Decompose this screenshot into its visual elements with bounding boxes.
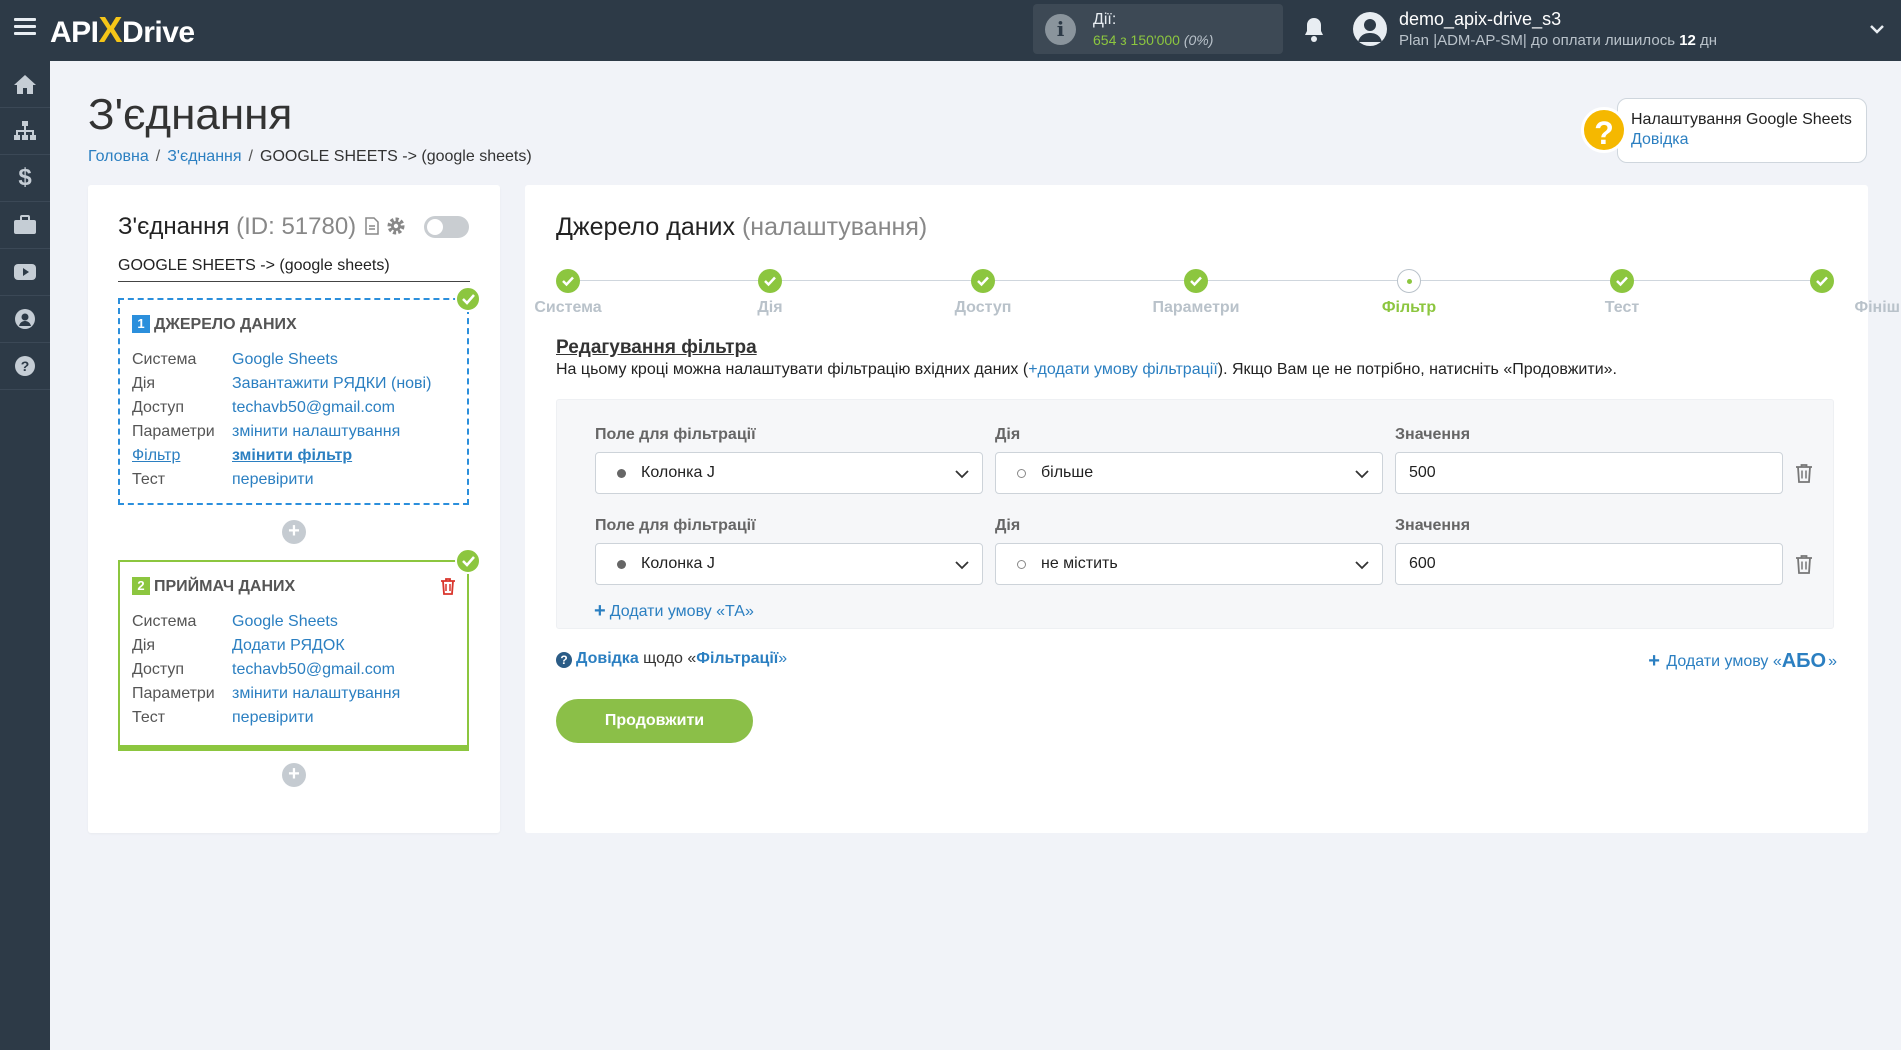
trash-icon[interactable]	[1795, 554, 1813, 574]
field-label: Поле для фільтрації	[595, 517, 756, 534]
section-heading: Джерело даних (налаштування)	[556, 213, 928, 241]
apixdrive-logo[interactable]: APIXDrive	[50, 9, 195, 51]
step-finish[interactable]: Фініш	[1762, 269, 1900, 317]
connection-panel: З'єднання (ID: 51780) GOOGLE SHEETS -> (…	[88, 185, 500, 833]
receiver-row-system: Система Google Sheets	[132, 613, 338, 630]
user-avatar[interactable]	[1353, 12, 1387, 46]
action-label: Дія	[995, 517, 1021, 534]
gear-icon[interactable]	[386, 216, 406, 236]
filter-description: На цьому кроці можна налаштувати фільтра…	[556, 361, 1617, 378]
actions-label: Дії:	[1093, 11, 1117, 28]
bell-icon[interactable]	[1302, 16, 1326, 44]
connection-subtitle: GOOGLE SHEETS -> (google sheets)	[118, 257, 470, 282]
add-filter-link[interactable]: +додати умову фільтрації	[1028, 361, 1218, 378]
chevron-down-icon	[1355, 561, 1369, 570]
user-icon[interactable]	[0, 296, 50, 343]
home-icon[interactable]	[0, 61, 50, 108]
receiver-block[interactable]: 2 ПРИЙМАЧ ДАНИХ Система Google Sheets Дія Д…	[118, 560, 469, 751]
add-and-condition-button[interactable]: + Додати умову «ТА»	[594, 600, 754, 623]
source-row-test: Тест перевірити	[132, 471, 314, 488]
source-block[interactable]: 1 ДЖЕРЕЛО ДАНИХ Система Google Sheets Дія З…	[118, 298, 469, 505]
add-or-condition-button[interactable]: + Додати умову «АБО»	[1648, 650, 1837, 673]
source-row-action: Дія Завантажити РЯДКИ (нові)	[132, 375, 432, 392]
filter-box: Поле для фільтрації Дія Значення Колонка…	[556, 399, 1834, 629]
source-row-filter: Фільтр змінити фільтр	[132, 447, 353, 464]
receiver-row-access: Доступ techavb50@gmail.com	[132, 661, 395, 678]
add-block-button[interactable]: +	[282, 763, 306, 787]
value-label: Значення	[1395, 517, 1471, 534]
action-select[interactable]: більше	[995, 452, 1383, 494]
dollar-icon[interactable]: $	[0, 155, 50, 202]
continue-button[interactable]: Продовжити	[556, 699, 753, 743]
field-select[interactable]: Колонка J	[595, 452, 983, 494]
chevron-down-icon	[955, 470, 969, 479]
help-box: ? Налаштування Google Sheets Довідка	[1581, 98, 1867, 163]
help-link[interactable]: Довідка	[1631, 131, 1689, 149]
question-icon: ?	[556, 652, 572, 668]
document-icon[interactable]	[365, 217, 379, 235]
youtube-icon[interactable]	[0, 249, 50, 296]
step-access[interactable]: Доступ	[923, 269, 1043, 317]
filter-section-title: Редагування фільтра	[556, 337, 757, 358]
source-row-access: Доступ techavb50@gmail.com	[132, 399, 395, 416]
field-label: Поле для фільтрації	[595, 426, 756, 443]
user-plan: Plan |ADM-AP-SM| до оплати лишилось 12 д…	[1399, 32, 1718, 49]
help-title: Налаштування Google Sheets	[1631, 111, 1852, 128]
briefcase-icon[interactable]	[0, 202, 50, 249]
svg-text:?: ?	[21, 358, 30, 374]
receiver-row-action: Дія Додати РЯДОК	[132, 637, 345, 654]
check-icon	[455, 286, 481, 312]
field-select[interactable]: Колонка J	[595, 543, 983, 585]
info-icon: i	[1045, 14, 1076, 45]
source-row-params: Параметри змінити налаштування	[132, 423, 401, 440]
chevron-down-icon	[955, 561, 969, 570]
step-system[interactable]: Система	[508, 269, 628, 317]
value-input[interactable]: 600	[1395, 543, 1783, 585]
actions-counter: i Дії: 654 з 150'000 (0%)	[1033, 4, 1283, 54]
step-params[interactable]: Параметри	[1136, 269, 1256, 317]
sidebar: $ ?	[0, 61, 50, 1050]
action-select[interactable]: не містить	[995, 543, 1383, 585]
chevron-down-icon	[1355, 470, 1369, 479]
menu-icon[interactable]	[14, 18, 36, 36]
step-filter[interactable]: Фільтр	[1349, 269, 1469, 317]
step-test[interactable]: Тест	[1562, 269, 1682, 317]
step-action[interactable]: Дія	[710, 269, 830, 317]
connection-title: З'єднання (ID: 51780)	[118, 213, 406, 241]
check-icon	[455, 548, 481, 574]
add-block-button[interactable]: +	[282, 520, 306, 544]
trash-icon[interactable]	[440, 577, 456, 595]
trash-icon[interactable]	[1795, 463, 1813, 483]
source-block-header: 1 ДЖЕРЕЛО ДАНИХ	[132, 315, 297, 334]
breadcrumb: Головна / З'єднання / GOOGLE SHEETS -> (goog…	[88, 148, 532, 165]
actions-value: 654 з 150'000 (0%)	[1093, 32, 1214, 48]
breadcrumb-current: GOOGLE SHEETS -> (google sheets)	[260, 148, 532, 165]
value-input[interactable]: 500	[1395, 452, 1783, 494]
receiver-row-test: Тест перевірити	[132, 709, 314, 726]
sitemap-icon[interactable]	[0, 108, 50, 155]
settings-panel: Джерело даних (налаштування) Система Дія…	[525, 185, 1900, 833]
help-icon[interactable]: ?	[0, 343, 50, 390]
receiver-block-header: 2 ПРИЙМАЧ ДАНИХ	[132, 577, 295, 596]
question-icon: ?	[1581, 107, 1627, 153]
receiver-row-params: Параметри змінити налаштування	[132, 685, 401, 702]
connection-toggle[interactable]	[424, 216, 469, 238]
page-title: З'єднання	[88, 90, 293, 139]
source-row-system: Система Google Sheets	[132, 351, 338, 368]
user-name[interactable]: demo_apix-drive_s3	[1399, 9, 1561, 30]
breadcrumb-connections[interactable]: З'єднання	[167, 148, 241, 165]
value-label: Значення	[1395, 426, 1471, 443]
filter-help-link[interactable]: ? Довідка щодо «Фільтрації»	[556, 650, 787, 668]
action-label: Дія	[995, 426, 1021, 443]
top-bar: APIXDrive i Дії: 654 з 150'000 (0%) demo…	[0, 0, 1901, 61]
breadcrumb-home[interactable]: Головна	[88, 148, 149, 165]
chevron-down-icon[interactable]	[1868, 20, 1886, 38]
